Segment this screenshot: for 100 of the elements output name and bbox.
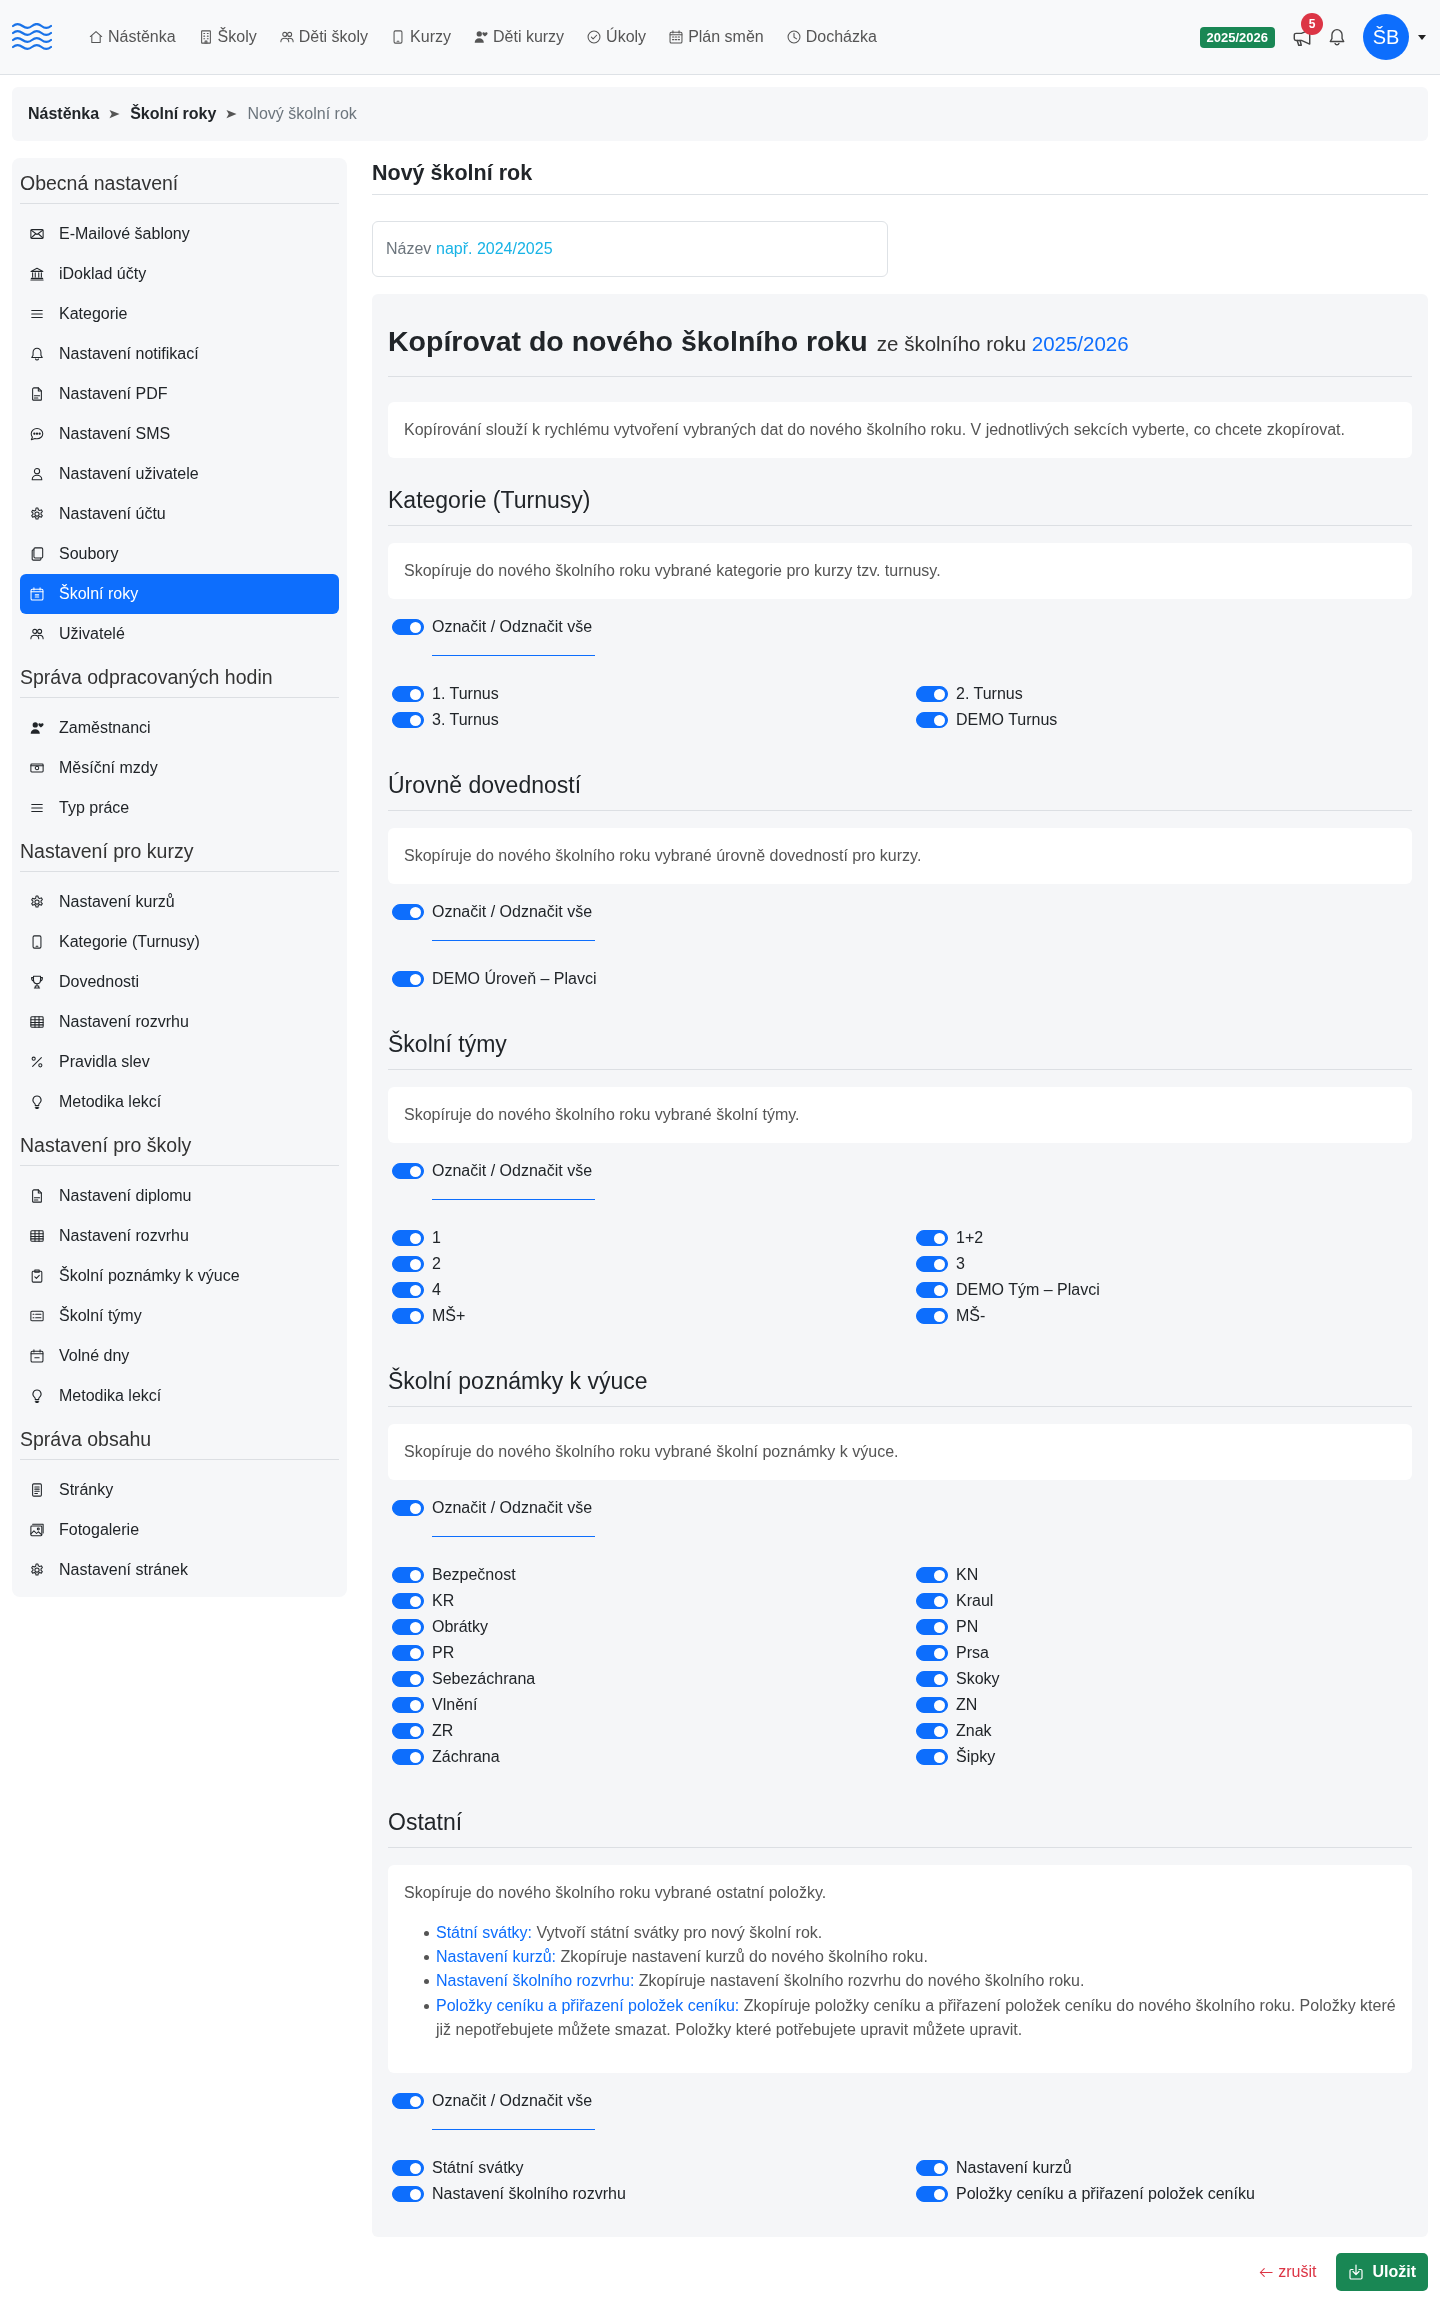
sidebar-item[interactable]: Kategorie (Turnusy): [20, 922, 339, 962]
toggle-label: Šipky: [956, 1748, 996, 1766]
sidebar-item[interactable]: E-Mailové šablony: [20, 214, 339, 254]
toggle-switch[interactable]: [392, 1723, 424, 1739]
sidebar-item[interactable]: Volné dny: [20, 1336, 339, 1376]
nav-link[interactable]: Děti školy: [279, 28, 369, 46]
bullet-link[interactable]: Nastavení kurzů:: [436, 1948, 557, 1966]
toggle-switch[interactable]: [392, 1593, 424, 1609]
sidebar-item[interactable]: Nastavení PDF: [20, 374, 339, 414]
sidebar-item[interactable]: Školní týmy: [20, 1296, 339, 1336]
sidebar-item[interactable]: Kategorie: [20, 294, 339, 334]
toggle-switch[interactable]: [916, 2186, 948, 2202]
toggle-switch[interactable]: [392, 2093, 424, 2109]
toggle-switch[interactable]: [392, 619, 424, 635]
toggle-switch[interactable]: [392, 1671, 424, 1687]
sidebar-item[interactable]: Soubory: [20, 534, 339, 574]
toggle-label: Znak: [956, 1722, 992, 1740]
sidebar-item[interactable]: Měsíční mzdy: [20, 748, 339, 788]
sidebar-item[interactable]: Stránky: [20, 1470, 339, 1510]
calendar-icon: [30, 587, 44, 601]
toggle-switch[interactable]: [916, 1749, 948, 1765]
bell-icon: [30, 347, 44, 361]
sidebar-item[interactable]: Dovednosti: [20, 962, 339, 1002]
sidebar-item[interactable]: Uživatelé: [20, 614, 339, 654]
toggle-switch[interactable]: [392, 686, 424, 702]
toggle-label: MŠ+: [432, 1307, 466, 1325]
sidebar-item[interactable]: Metodika lekcí: [20, 1082, 339, 1122]
bell-icon[interactable]: [1328, 28, 1346, 46]
sidebar-item[interactable]: Zaměstnanci: [20, 708, 339, 748]
sidebar-item[interactable]: Nastavení rozvrhu: [20, 1002, 339, 1042]
cancel-link[interactable]: zrušit: [1259, 2263, 1317, 2281]
nav-link[interactable]: Úkoly: [587, 28, 647, 46]
nav-link[interactable]: Děti kurzy: [474, 28, 565, 46]
toggle-switch[interactable]: [392, 1256, 424, 1272]
toggle-switch[interactable]: [916, 1697, 948, 1713]
user-avatar[interactable]: ŠB: [1363, 14, 1409, 60]
section-heading: Školní týmy: [388, 1030, 1412, 1070]
toggle-switch[interactable]: [392, 1230, 424, 1246]
sidebar-item[interactable]: iDoklad účty: [20, 254, 339, 294]
toggle-switch[interactable]: [392, 1749, 424, 1765]
phone-icon: [391, 30, 406, 44]
toggle-switch[interactable]: [916, 712, 948, 728]
sidebar-item[interactable]: Typ práce: [20, 788, 339, 828]
toggle-switch[interactable]: [392, 1697, 424, 1713]
document-icon: [30, 387, 44, 401]
toggle-switch[interactable]: [916, 1671, 948, 1687]
source-year-link[interactable]: 2025/2026: [1031, 332, 1129, 355]
toggle-switch[interactable]: [392, 1163, 424, 1179]
nav-link[interactable]: Kurzy: [391, 28, 451, 46]
caret-icon[interactable]: [1418, 34, 1426, 40]
sidebar-item[interactable]: Metodika lekcí: [20, 1376, 339, 1416]
toggle-switch[interactable]: [916, 1593, 948, 1609]
breadcrumb-link[interactable]: Školní roky: [130, 105, 217, 123]
toggle-switch[interactable]: [392, 1282, 424, 1298]
nav-link[interactable]: Nástěnka: [89, 28, 176, 46]
sidebar-item[interactable]: Nastavení kurzů: [20, 882, 339, 922]
nav-link[interactable]: Docházka: [786, 28, 877, 46]
bullet-link[interactable]: Nastavení školního rozvrhu:: [436, 1972, 635, 1990]
breadcrumb-link[interactable]: Nástěnka: [28, 105, 100, 123]
sidebar-item[interactable]: Pravidla slev: [20, 1042, 339, 1082]
sidebar-item[interactable]: Školní roky: [20, 574, 339, 614]
toggle-switch[interactable]: [916, 2160, 948, 2176]
toggle-switch[interactable]: [392, 1645, 424, 1661]
sidebar-item[interactable]: Nastavení SMS: [20, 414, 339, 454]
toggle-switch[interactable]: [392, 971, 424, 987]
toggle-switch[interactable]: [916, 1645, 948, 1661]
section-heading: Kategorie (Turnusy): [388, 486, 1412, 526]
bullet-link[interactable]: Státní svátky:: [436, 1924, 533, 1941]
toggle-switch[interactable]: [916, 686, 948, 702]
sidebar-item[interactable]: Školní poznámky k výuce: [20, 1256, 339, 1296]
sidebar-item[interactable]: Nastavení rozvrhu: [20, 1216, 339, 1256]
bullet-link[interactable]: Položky ceníku a přiřazení položek ceníku:: [436, 1996, 740, 2014]
sidebar-item[interactable]: Nastavení stránek: [20, 1550, 339, 1590]
toggle-switch[interactable]: [392, 1500, 424, 1516]
sidebar-item[interactable]: Nastavení diplomu: [20, 1176, 339, 1216]
nav-link[interactable]: Školy: [198, 28, 257, 46]
toggle-switch[interactable]: [916, 1282, 948, 1298]
toggle-switch[interactable]: [916, 1619, 948, 1635]
toggle-switch[interactable]: [392, 904, 424, 920]
waves-logo-icon[interactable]: [12, 23, 52, 51]
toggle-switch[interactable]: [392, 1308, 424, 1324]
toggle-switch[interactable]: [392, 1567, 424, 1583]
toggle-switch[interactable]: [392, 712, 424, 728]
sidebar-item[interactable]: Nastavení uživatele: [20, 454, 339, 494]
toggle-switch[interactable]: [392, 2160, 424, 2176]
toggle-switch[interactable]: [392, 1619, 424, 1635]
sidebar-item[interactable]: Nastavení účtu: [20, 494, 339, 534]
save-button[interactable]: Uložit: [1336, 2253, 1428, 2291]
sidebar-item[interactable]: Nastavení notifikací: [20, 334, 339, 374]
toggle-label: Záchrana: [432, 1748, 500, 1766]
toggle-label: Nastavení kurzů: [956, 2159, 1072, 2177]
toggle-switch[interactable]: [916, 1230, 948, 1246]
nav-link[interactable]: Plán směn: [669, 28, 764, 46]
gear-icon: [30, 895, 44, 909]
toggle-switch[interactable]: [916, 1256, 948, 1272]
toggle-switch[interactable]: [916, 1567, 948, 1583]
toggle-switch[interactable]: [392, 2186, 424, 2202]
toggle-switch[interactable]: [916, 1308, 948, 1324]
toggle-switch[interactable]: [916, 1723, 948, 1739]
sidebar-item[interactable]: Fotogalerie: [20, 1510, 339, 1550]
